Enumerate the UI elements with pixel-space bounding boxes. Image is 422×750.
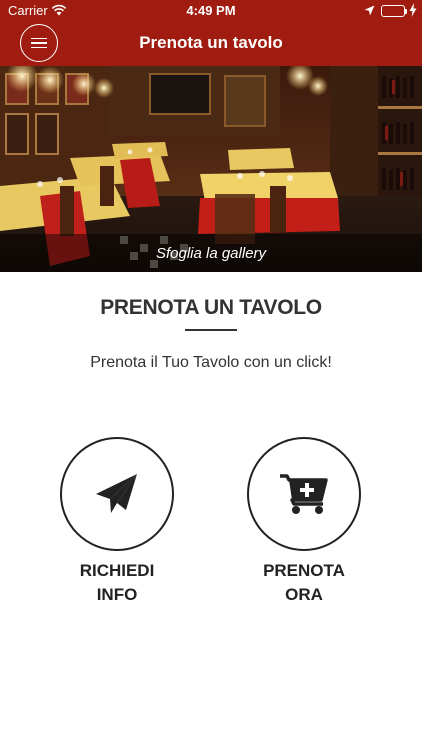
browse-gallery-link[interactable]: Sfoglia la gallery	[0, 245, 422, 262]
book-now-button[interactable]: PRENOTA ORA	[247, 437, 361, 607]
nav-bar: Prenota un tavolo	[0, 22, 422, 66]
section-title: PRENOTA UN TAVOLO	[100, 296, 322, 319]
paper-plane-icon	[96, 474, 137, 513]
request-info-label: RICHIEDI INFO	[79, 561, 155, 604]
status-time: 4:49 PM	[186, 3, 236, 18]
battery-tip	[405, 9, 407, 14]
location-arrow-icon	[364, 4, 375, 19]
book-now-label: PRENOTA ORA	[263, 561, 345, 604]
charging-bolt-icon	[409, 3, 417, 20]
battery-icon	[381, 5, 405, 17]
status-bar: Carrier 4:49 PM	[0, 0, 422, 22]
title-divider	[185, 329, 237, 331]
cart-plus-icon	[280, 474, 328, 514]
restaurant-photo-gallery[interactable]: Sfoglia la gallery	[0, 66, 422, 272]
book-now-circle[interactable]	[247, 437, 361, 551]
page-title: Prenota un tavolo	[139, 33, 283, 52]
request-info-button[interactable]: RICHIEDI INFO	[60, 437, 174, 607]
request-info-circle[interactable]	[60, 437, 174, 551]
section-subtitle: Prenota il Tuo Tavolo con un click!	[90, 354, 332, 371]
